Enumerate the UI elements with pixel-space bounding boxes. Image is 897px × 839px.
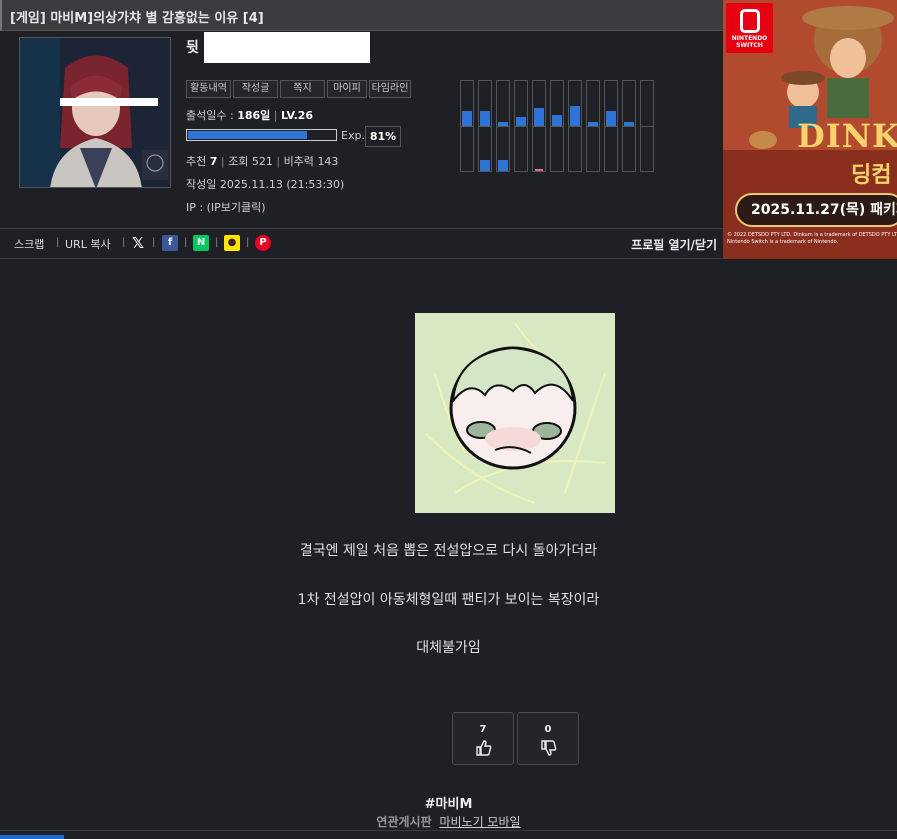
bottom-tab-indicator [0,835,64,839]
ad-legal-text: © 2022 DETSDO PTY LTD. Dinkum is a trade… [727,232,897,245]
tab-message[interactable]: 쪽지 [280,80,325,98]
activity-column [550,80,564,172]
activity-column [568,80,582,172]
recommend-count: 7 [209,155,218,168]
facebook-share-icon[interactable]: f [162,235,178,251]
activity-column [586,80,600,172]
activity-up-bar [480,111,490,126]
post-title-bar: [게임] 마비M]의상가챠 별 감흥없는 이유 [4] [0,0,723,31]
activity-column [532,80,546,172]
post-header: [게임] 마비M]의상가챠 별 감흥없는 이유 [4] 뒷 활동내역 작성글 쪽… [0,0,723,259]
kakao-share-icon[interactable]: ● [224,235,240,251]
activity-down-bar [498,160,508,171]
ad-game-subtitle: 딩컴 [851,163,892,188]
upvote-count: 7 [479,724,487,735]
activity-marker [535,169,543,171]
activity-column [478,80,492,172]
related-board-label: 연관게시판 [376,815,432,829]
activity-graph [460,80,656,172]
x-share-icon[interactable]: 𝕏 [130,235,146,251]
tab-posts[interactable]: 작성글 [233,80,278,98]
pixel-art-face [415,313,615,513]
activity-column [496,80,510,172]
view-count: 521 [251,155,273,168]
non-count: 143 [317,155,339,168]
attendance-value: 186일 [237,109,271,122]
profile-tabs: 활동내역 작성글 쪽지 마이피 타임라인 [186,80,413,98]
activity-column [604,80,618,172]
content-line-2: 1차 전설압이 아동체형일때 팬티가 보이는 복장이라 [297,592,600,608]
activity-column [640,80,654,172]
separator: | [184,237,188,248]
profile-toggle-button[interactable]: 프로필 열기/닫기 [631,236,717,253]
share-bar: 스크랩 | URL 복사 | 𝕏 | f | N | ● | P 프로필 열기/… [0,228,723,259]
ip-info: IP : (IP보기클릭) [186,201,266,214]
thumbs-down-icon [541,740,557,756]
related-board-link[interactable]: 마비노기 모바일 [439,815,520,829]
post-date-value: 2025.11.13 (21:53:30) [219,178,345,191]
exp-label: Exp. [341,129,365,142]
activity-column [514,80,528,172]
exp-progress-fill [188,131,308,139]
separator: | [215,237,219,248]
post-title: [게임] 마비M]의상가챠 별 감흥없는 이유 [4] [10,11,264,26]
downvote-button[interactable]: 0 [517,712,579,765]
url-copy-button[interactable]: URL 복사 [65,236,111,252]
exp-progress-bar [186,129,337,141]
activity-down-bar [480,160,490,171]
content-line-3: 대체불가임 [416,640,481,656]
activity-up-bar [534,108,544,126]
post-date: 작성일 2025.11.13 (21:53:30) [186,178,345,191]
activity-column [460,80,474,172]
activity-up-bar [570,106,580,126]
content-line-1: 결국엔 제일 처음 뽑은 전설압으로 다시 돌아가더라 [299,543,598,559]
ad-release-date: 2025.11.27(목) 패키지 [735,193,897,227]
activity-up-bar [606,111,616,126]
level-value: LV.26 [280,109,314,122]
thumbs-up-icon [476,740,492,756]
nickname-censor [204,32,370,63]
activity-up-bar [552,115,562,126]
divider [0,830,897,831]
activity-up-bar [588,122,598,126]
activity-up-bar [624,122,634,126]
related-board: 연관게시판 마비노기 모바일 [0,813,897,830]
attendance-level: 출석일수 : 186일 | LV.26 [186,109,314,122]
avatar-censor-bar [60,98,158,106]
content-image[interactable] [415,313,615,513]
post-tag[interactable]: #마비M [0,793,897,812]
ad-banner[interactable]: NINTENDO SWITCH DINKUM 딩컴 2025.11.27(목) … [723,0,897,259]
tab-activity[interactable]: 활동내역 [186,80,231,98]
activity-up-bar [498,122,508,126]
ip-reveal-link[interactable]: (IP보기클릭) [207,201,266,214]
activity-up-bar [516,117,526,126]
ad-game-logo: DINKUM [797,117,897,155]
upvote-button[interactable]: 7 [452,712,514,765]
nintendo-switch-logo: NINTENDO SWITCH [726,3,773,53]
activity-up-bar [462,111,472,126]
separator: | [56,237,60,248]
naver-share-icon[interactable]: N [193,235,209,251]
separator: | [152,237,156,248]
tab-timeline[interactable]: 타임라인 [369,80,411,98]
separator: | [122,237,126,248]
activity-column [622,80,636,172]
profile-avatar[interactable] [19,37,171,188]
nickname[interactable]: 뒷 [186,37,199,57]
pinterest-share-icon[interactable]: P [255,235,271,251]
tab-mypi[interactable]: 마이피 [327,80,367,98]
separator: | [246,237,250,248]
downvote-count: 0 [544,724,552,735]
scrap-button[interactable]: 스크랩 [14,236,44,252]
avatar-illustration [20,38,170,187]
exp-percent: 81% [365,126,401,147]
post-stats: 추천 7 | 조회 521 | 비추력 143 [186,155,339,168]
